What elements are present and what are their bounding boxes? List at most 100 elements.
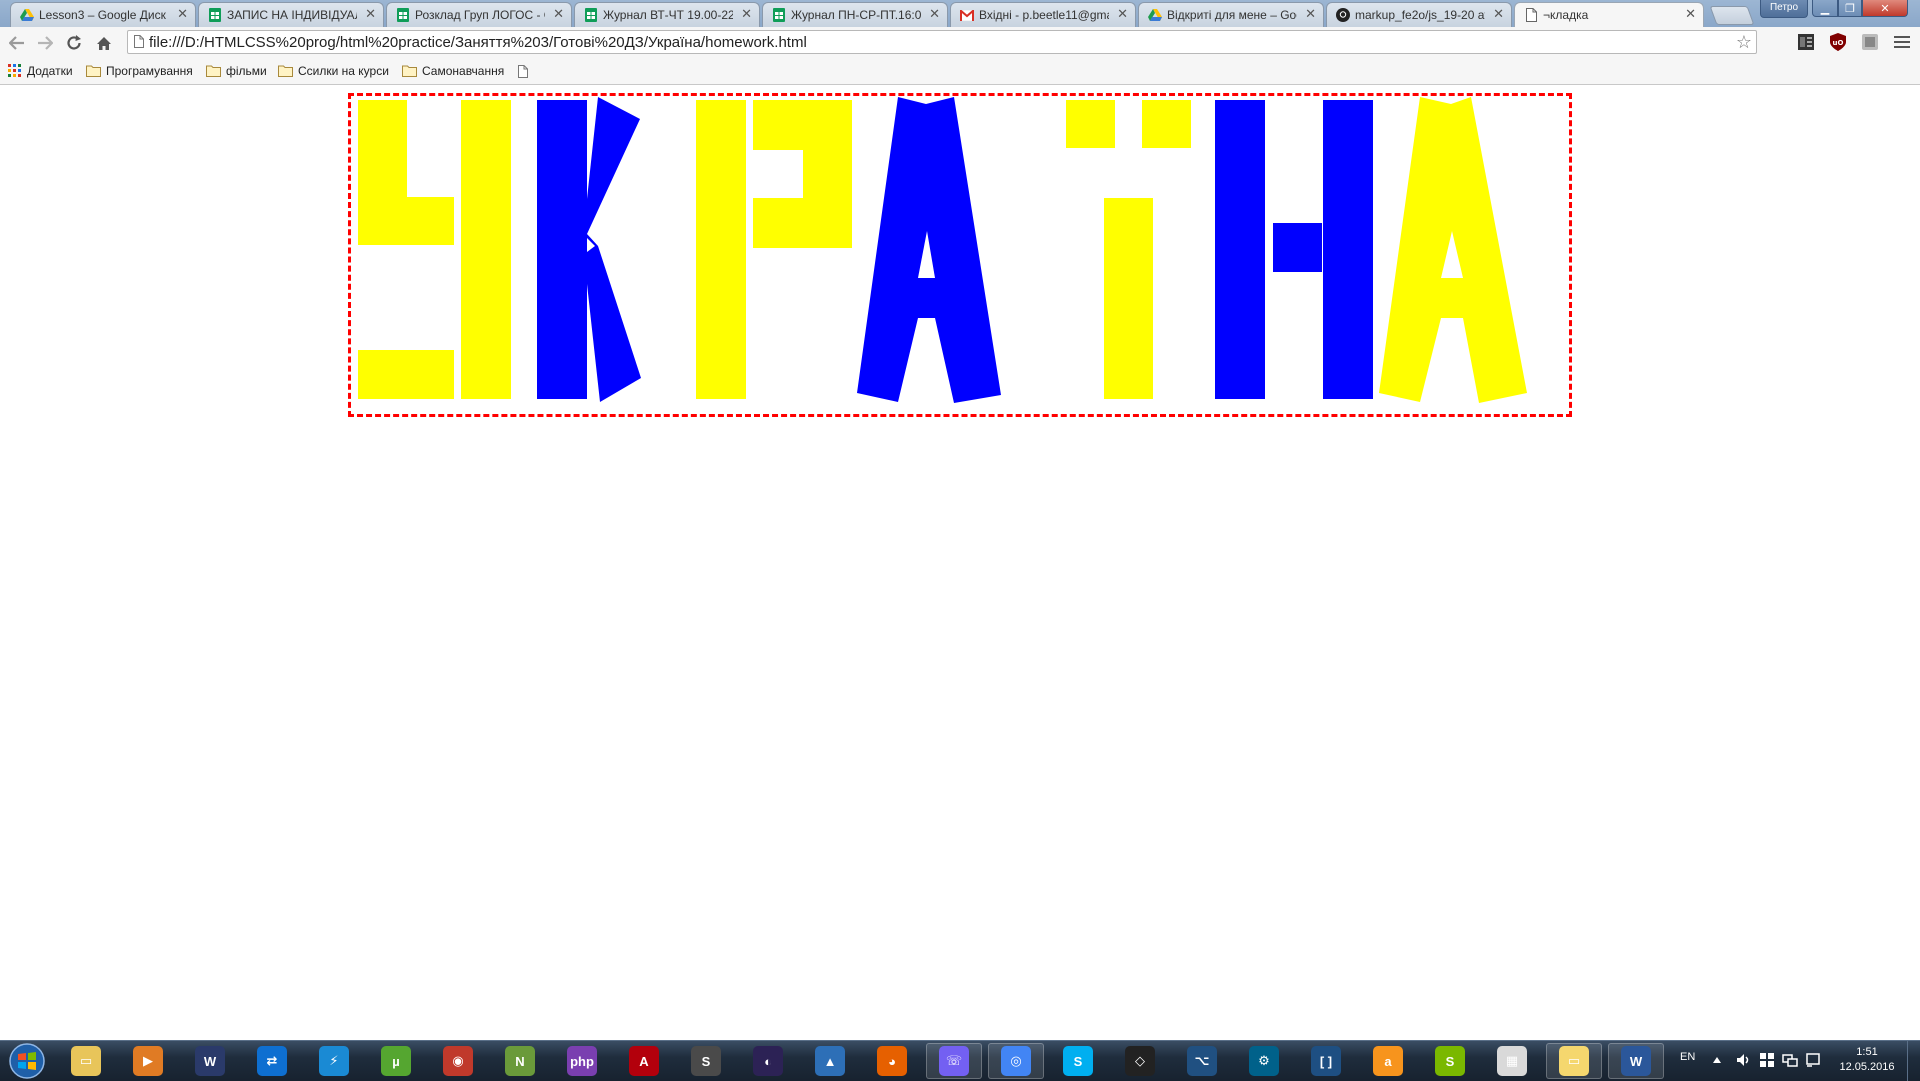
tray-expand-icon[interactable] (1712, 1056, 1722, 1064)
tab-google-drive-lesson3[interactable]: Lesson3 – Google Диск ✕ (10, 2, 196, 27)
flashget-icon: ⚡ (319, 1046, 349, 1076)
menu-hamburger-icon[interactable] (1893, 33, 1911, 51)
bookmark-label: Програмування (106, 64, 193, 78)
windows-start-icon (9, 1043, 45, 1079)
taskbar-eclipse-button[interactable]: ◐ (740, 1043, 796, 1079)
clock[interactable]: 1:51 12.05.2016 (1832, 1045, 1902, 1075)
eclipse-icon: ◐ (753, 1046, 783, 1076)
letter-n (1215, 100, 1373, 399)
reload-button[interactable] (63, 32, 85, 54)
extension-reader-icon[interactable] (1797, 33, 1815, 51)
tab-sheet-zhurnal-pn[interactable]: Журнал ПН-СР-ПТ.16:00 ✕ (762, 2, 948, 27)
taskbar-folder-button[interactable]: ▭ (1546, 1043, 1602, 1079)
home-button[interactable] (93, 32, 115, 54)
tab-sheet-rozklad[interactable]: Розклад Груп ЛОГОС - G ✕ (386, 2, 572, 27)
letter-a-second (1379, 97, 1527, 403)
close-window-button[interactable]: ✕ (1862, 0, 1908, 17)
bookmark-label: Самонавчання (422, 64, 505, 78)
close-tab-icon[interactable]: ✕ (1117, 6, 1128, 22)
ublock-icon[interactable]: uO (1829, 33, 1847, 51)
taskbar-sketch-button[interactable]: S (1422, 1043, 1478, 1079)
mysql-workbench-icon: ⚙ (1249, 1046, 1279, 1076)
taskbar-teamviewer-button[interactable]: ⇄ (244, 1043, 300, 1079)
taskbar-phpstorm-button[interactable]: php (554, 1043, 610, 1079)
sheets-icon (396, 8, 410, 22)
tab-sheet-zhurnal-vt[interactable]: Журнал ВТ-ЧТ 19.00-22 ✕ (574, 2, 760, 27)
folder-icon (206, 65, 221, 77)
taskbar-sourcetree-button[interactable]: ⌥ (1174, 1043, 1230, 1079)
tab-github[interactable]: markup_fe2o/js_19-20 at ✕ (1326, 2, 1512, 27)
taskbar-notepad-plus-button[interactable]: N (492, 1043, 548, 1079)
taskbar-word-button[interactable]: W (1608, 1043, 1664, 1079)
tab-title: Lesson3 – Google Диск (39, 8, 166, 22)
taskbar-system-tool-button[interactable]: ◉ (430, 1043, 486, 1079)
firefox-icon: ◕ (877, 1046, 907, 1076)
bookmark-apps[interactable]: Додатки (8, 63, 73, 79)
tab-gmail[interactable]: Вхідні - p.beetle11@gma ✕ (950, 2, 1136, 27)
brackets-icon: [ ] (1311, 1046, 1341, 1076)
taskbar-avast-button[interactable]: a (1360, 1043, 1416, 1079)
close-tab-icon[interactable]: ✕ (1685, 6, 1696, 22)
taskbar-chrome-button[interactable]: ◎ (988, 1043, 1044, 1079)
volume-icon[interactable] (1736, 1053, 1752, 1067)
bookmark-page[interactable] (518, 63, 533, 79)
tab-title: Розклад Груп ЛОГОС - G (415, 8, 545, 22)
forward-button[interactable] (34, 32, 56, 54)
taskbar-winamp-button[interactable]: W (182, 1043, 238, 1079)
chrome-icon: ◎ (1001, 1046, 1031, 1076)
action-center-icon[interactable] (1806, 1053, 1820, 1067)
start-button[interactable] (3, 1042, 51, 1080)
bookmark-star-icon[interactable]: ☆ (1736, 32, 1752, 53)
extension-gray-icon[interactable] (1861, 33, 1879, 51)
tab-sheet-zapys[interactable]: ЗАПИС НА ІНДИВІДУАЛ ✕ (198, 2, 384, 27)
address-bar[interactable]: file:///D:/HTMLCSS%20prog/html%20practic… (127, 30, 1757, 54)
letter-k (537, 97, 641, 402)
google-drive-icon (1148, 8, 1162, 22)
taskbar-viber-button[interactable]: ☏ (926, 1043, 982, 1079)
bookmark-folder-programming[interactable]: Програмування (86, 63, 193, 79)
back-button[interactable] (6, 32, 28, 54)
language-indicator[interactable]: EN (1680, 1051, 1695, 1063)
taskbar-explorer-button[interactable]: ▭ (58, 1043, 114, 1079)
taskbar-mysql-workbench-button[interactable]: ⚙ (1236, 1043, 1292, 1079)
avast-icon: a (1373, 1046, 1403, 1076)
profile-button[interactable]: Петро (1760, 0, 1808, 18)
bookmark-folder-self-study[interactable]: Самонавчання (402, 63, 504, 79)
tab-google-drive-shared[interactable]: Відкриті для мене – Goo ✕ (1138, 2, 1324, 27)
phpstorm-icon: php (567, 1046, 597, 1076)
maximize-button[interactable]: ❐ (1838, 0, 1862, 17)
taskbar-unity-button[interactable]: ◇ (1112, 1043, 1168, 1079)
taskbar-firefox-button[interactable]: ◕ (864, 1043, 920, 1079)
close-tab-icon[interactable]: ✕ (365, 6, 376, 22)
home-icon (97, 36, 111, 50)
bookmark-folder-films[interactable]: фільми (206, 63, 267, 79)
word-icon: W (1621, 1046, 1651, 1076)
taskbar-acrobat-button[interactable]: A (616, 1043, 672, 1079)
taskbar-flashget-button[interactable]: ⚡ (306, 1043, 362, 1079)
close-tab-icon[interactable]: ✕ (177, 6, 188, 22)
taskbar-media-player-button[interactable]: ▶ (120, 1043, 176, 1079)
taskbar-apps-grid-button[interactable]: ▦ (1484, 1043, 1540, 1079)
windows-flag-tray-icon[interactable] (1760, 1053, 1774, 1067)
close-tab-icon[interactable]: ✕ (553, 6, 564, 22)
minimize-button[interactable]: ▁ (1812, 0, 1838, 17)
taskbar-google-drive-button[interactable]: ▲ (802, 1043, 858, 1079)
close-tab-icon[interactable]: ✕ (1305, 6, 1316, 22)
network-icon[interactable] (1782, 1053, 1798, 1067)
bookmark-folder-course-links[interactable]: Ссилки на курси (278, 63, 389, 79)
taskbar-brackets-button[interactable]: [ ] (1298, 1043, 1354, 1079)
page-icon (518, 64, 528, 78)
tab-title: ЗАПИС НА ІНДИВІДУАЛ (227, 8, 357, 22)
letter-yi (1066, 100, 1191, 399)
system-tray: EN 1:51 12.05.2016 (1672, 1041, 1920, 1081)
tab-title: Журнал ПН-СР-ПТ.16:00 (791, 8, 921, 22)
new-tab-button[interactable] (1709, 6, 1755, 25)
tab-active-homework[interactable]: ¬кладка ✕ (1514, 2, 1704, 27)
close-tab-icon[interactable]: ✕ (1493, 6, 1504, 22)
close-tab-icon[interactable]: ✕ (929, 6, 940, 22)
taskbar-utorrent-button[interactable]: µ (368, 1043, 424, 1079)
taskbar-sublime-text-button[interactable]: S (678, 1043, 734, 1079)
show-desktop-button[interactable] (1907, 1041, 1920, 1081)
taskbar-skype-button[interactable]: S (1050, 1043, 1106, 1079)
close-tab-icon[interactable]: ✕ (741, 6, 752, 22)
